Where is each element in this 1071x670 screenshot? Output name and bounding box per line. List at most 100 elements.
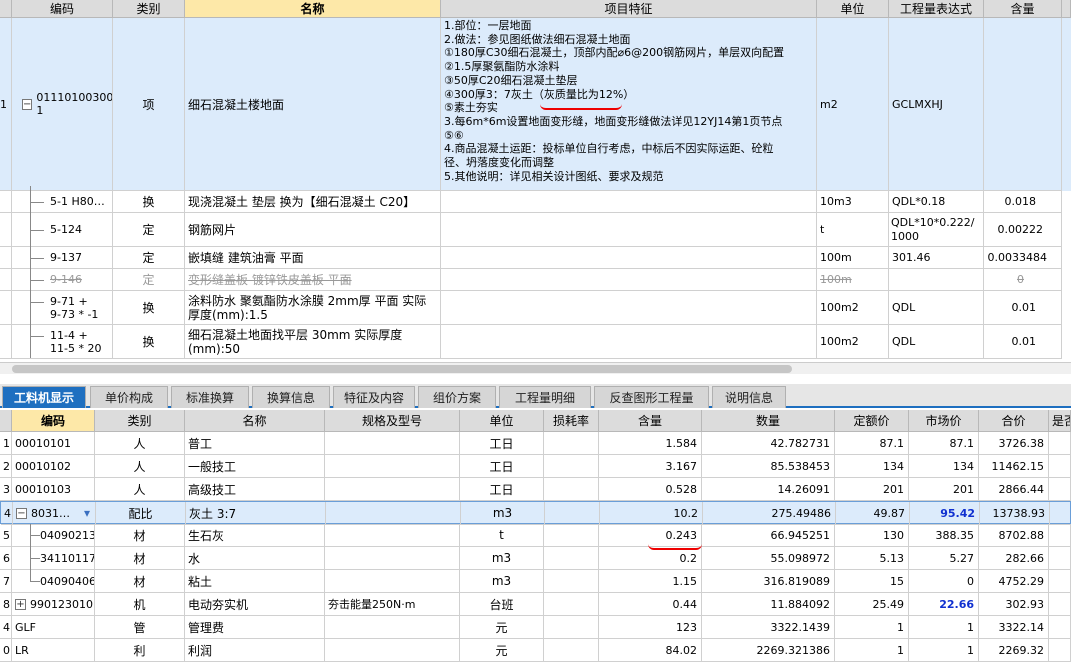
flag-cell[interactable]: [1049, 616, 1071, 639]
bill-item-amount[interactable]: [984, 18, 1062, 191]
quota-amount[interactable]: 0.01: [984, 325, 1062, 359]
quota-unit[interactable]: 100m2: [817, 291, 889, 325]
quota-name[interactable]: 现浇混凝土 垫层 换为【细石混凝土 C20】: [185, 191, 441, 213]
material-name[interactable]: 一般技工: [185, 455, 325, 478]
material-quantity[interactable]: 2269.321386: [702, 639, 835, 662]
col-header-loss[interactable]: 损耗率: [544, 410, 599, 432]
material-quantity[interactable]: 66.945251: [702, 524, 835, 547]
material-quantity[interactable]: 55.098972: [702, 547, 835, 570]
material-code[interactable]: GLF: [12, 616, 95, 639]
quota-price[interactable]: 87.1: [835, 432, 909, 455]
material-unit[interactable]: 工日: [460, 455, 544, 478]
quota-row[interactable]: 9-71 + 9-73 * -1 换 涂料防水 聚氨酯防水涂膜 2mm厚 平面 …: [0, 291, 1071, 325]
quota-name[interactable]: 细石混凝土地面找平层 30mm 实际厚度(mm):50: [185, 325, 441, 359]
flag-cell[interactable]: [1049, 639, 1071, 662]
flag-cell[interactable]: [1049, 478, 1071, 501]
quota-expr[interactable]: QDL: [889, 325, 984, 359]
loss-rate[interactable]: [544, 639, 599, 662]
material-spec[interactable]: [325, 455, 460, 478]
bill-item-name[interactable]: 细石混凝土楼地面: [185, 18, 441, 191]
loss-rate[interactable]: [544, 478, 599, 501]
flag-cell[interactable]: [1049, 432, 1071, 455]
material-name[interactable]: 普工: [185, 432, 325, 455]
expand-icon[interactable]: +: [15, 598, 26, 610]
material-quantity[interactable]: 85.538453: [702, 455, 835, 478]
quota-price[interactable]: 201: [835, 478, 909, 501]
material-code[interactable]: 00010103: [12, 478, 95, 501]
material-amount[interactable]: 123: [599, 616, 702, 639]
quota-amount[interactable]: 0.0033484: [984, 247, 1062, 269]
col-header-type[interactable]: 类别: [95, 410, 185, 432]
quota-expr[interactable]: QDL*10*0.222/1000: [889, 213, 984, 247]
tab-reverse-graphic[interactable]: 反查图形工程量: [594, 386, 709, 408]
tab-description[interactable]: 说明信息: [712, 386, 786, 408]
quota-row[interactable]: 5-1 H80… 换 现浇混凝土 垫层 换为【细石混凝土 C20】 10m3 Q…: [0, 191, 1071, 213]
col-header-name[interactable]: 名称: [185, 0, 441, 18]
quota-amount[interactable]: 0.018: [984, 191, 1062, 213]
col-header-market-price[interactable]: 市场价: [909, 410, 979, 432]
bill-item-row[interactable]: 1 − 01110100300 1 项 细石混凝土楼地面 1.部位：一层地面 2…: [0, 18, 1071, 191]
loss-rate[interactable]: [544, 593, 599, 616]
quota-expr[interactable]: [889, 269, 984, 291]
material-quantity[interactable]: 42.782731: [702, 432, 835, 455]
col-header-type[interactable]: 类别: [113, 0, 185, 18]
col-header-qty[interactable]: 数量: [702, 410, 835, 432]
total-price[interactable]: 4752.29: [979, 570, 1049, 593]
total-price[interactable]: 11462.15: [979, 455, 1049, 478]
material-amount[interactable]: 0.44: [599, 593, 702, 616]
total-price[interactable]: 2866.44: [979, 478, 1049, 501]
material-spec[interactable]: [325, 478, 460, 501]
col-header-code[interactable]: 编码: [12, 410, 95, 432]
horizontal-scrollbar[interactable]: [0, 362, 1071, 374]
quota-amount[interactable]: 0: [984, 269, 1062, 291]
tab-material-display[interactable]: 工料机显示: [2, 386, 86, 408]
market-price[interactable]: 0: [909, 570, 979, 593]
col-header-code[interactable]: 编码: [12, 0, 113, 18]
material-spec[interactable]: [325, 570, 460, 593]
col-header-spec[interactable]: 规格及型号: [325, 410, 460, 432]
market-price[interactable]: 201: [909, 478, 979, 501]
tab-quantity-detail[interactable]: 工程量明细: [499, 386, 591, 408]
quota-name[interactable]: 钢筋网片: [185, 213, 441, 247]
tab-features-content[interactable]: 特征及内容: [333, 386, 415, 408]
quota-row[interactable]: 5-124 定 钢筋网片 t QDL*10*0.222/1000 0.00222: [0, 213, 1071, 247]
quota-name[interactable]: 嵌填缝 建筑油膏 平面: [185, 247, 441, 269]
material-unit[interactable]: m3: [461, 502, 545, 525]
material-row[interactable]: 3 00010103 人高级技工 工日 0.528 14.26091 201 201 2866.…: [0, 478, 1071, 501]
tab-pricing-scheme[interactable]: 组价方案: [418, 386, 496, 408]
quota-price[interactable]: 1: [835, 639, 909, 662]
material-quantity[interactable]: 275.49486: [703, 502, 836, 525]
total-price[interactable]: 3726.38: [979, 432, 1049, 455]
col-header-flag[interactable]: 是否: [1049, 410, 1071, 432]
quota-code[interactable]: 5-1 H80…: [12, 191, 113, 213]
quota-row[interactable]: 9-137 定 嵌填缝 建筑油膏 平面 100m 301.46 0.003348…: [0, 247, 1071, 269]
material-spec[interactable]: [325, 432, 460, 455]
flag-cell[interactable]: [1049, 524, 1071, 547]
material-row[interactable]: 8 +990123010 机电动夯实机 夯击能量250N·m 台班 0.44 11.8840…: [0, 593, 1071, 616]
tab-standard-conversion[interactable]: 标准换算: [171, 386, 249, 408]
material-code[interactable]: 00010101: [12, 432, 95, 455]
col-header-total[interactable]: 合价: [979, 410, 1049, 432]
material-code[interactable]: 00010102: [12, 455, 95, 478]
material-amount[interactable]: 10.2: [600, 502, 703, 525]
bill-item-unit[interactable]: m2: [817, 18, 889, 191]
quota-name[interactable]: 涂料防水 聚氨酯防水涂膜 2mm厚 平面 实际厚度(mm):1.5: [185, 291, 441, 325]
loss-rate[interactable]: [544, 455, 599, 478]
material-row[interactable]: 4−8031… ▾ 配比 灰土 3:7 m3 10.2 275.49486 49.87 95.4…: [0, 501, 1071, 525]
quota-unit[interactable]: 100m: [817, 269, 889, 291]
quota-expr[interactable]: QDL*0.18: [889, 191, 984, 213]
total-price[interactable]: 8702.88: [979, 524, 1049, 547]
total-price[interactable]: 13738.93: [980, 502, 1050, 525]
loss-rate[interactable]: [544, 547, 599, 570]
quota-unit[interactable]: 10m3: [817, 191, 889, 213]
material-unit[interactable]: 工日: [460, 478, 544, 501]
col-header-amount[interactable]: 含量: [984, 0, 1062, 18]
col-header-features[interactable]: 项目特征: [441, 0, 817, 18]
total-price[interactable]: 302.93: [979, 593, 1049, 616]
market-price[interactable]: 95.42: [910, 502, 980, 525]
quota-code[interactable]: 9-137: [12, 247, 113, 269]
quota-code[interactable]: 9-71 + 9-73 * -1: [12, 291, 113, 325]
material-name[interactable]: 利润: [185, 639, 325, 662]
material-row[interactable]: 2 00010102 人一般技工 工日 3.167 85.538453 134 134 1146…: [0, 455, 1071, 478]
material-code[interactable]: 04090406: [12, 570, 95, 593]
